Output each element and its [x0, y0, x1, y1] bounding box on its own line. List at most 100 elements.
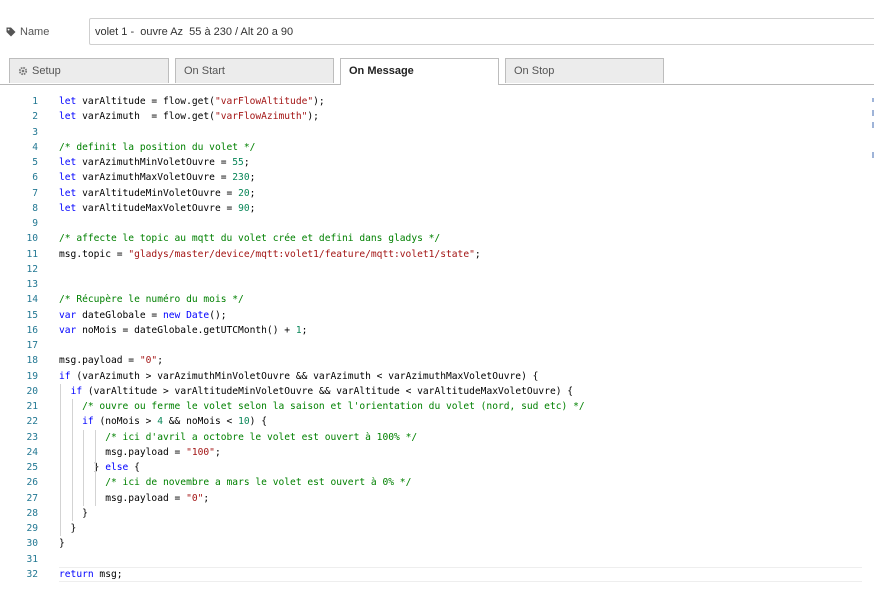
indent-guide: [83, 429, 85, 506]
name-label-wrap: Name: [6, 26, 49, 38]
line-number: 21: [26, 401, 38, 412]
tab-label: On Stop: [514, 65, 555, 77]
code-line[interactable]: 25 } else {: [10, 460, 862, 475]
line-number: 25: [26, 462, 38, 473]
code-line[interactable]: 12: [10, 262, 862, 277]
line-number: 7: [32, 187, 38, 199]
line-number: 4: [32, 141, 38, 153]
code-line[interactable]: 8 let varAltitudeMaxVoletOuvre = 90;: [10, 201, 862, 216]
line-number: 2: [32, 111, 38, 123]
code-line[interactable]: 28 }: [10, 506, 862, 521]
code-line[interactable]: 14 /* Récupère le numéro du mois */: [10, 292, 862, 307]
indent-guide: [94, 429, 96, 506]
code-text: return msg;: [59, 568, 123, 580]
line-number: 14: [26, 294, 38, 306]
code-text: if (varAltitude > varAltitudeMinVoletOuv…: [70, 385, 574, 397]
code-line[interactable]: 30}: [10, 536, 862, 551]
line-number: 6: [32, 172, 38, 184]
current-line-highlight: [59, 566, 862, 582]
name-row: Name: [0, 18, 874, 48]
code-line[interactable]: 13: [10, 277, 862, 292]
name-input[interactable]: [89, 18, 874, 45]
line-number: 27: [26, 492, 38, 504]
tab-on-start[interactable]: On Start: [175, 58, 334, 83]
line-number: 5: [32, 157, 38, 168]
code-text: msg.payload = "0";: [59, 355, 163, 367]
tab-label: Setup: [32, 65, 61, 77]
code-text: let varAzimuth = flow.get("varFlowAzimut…: [59, 111, 319, 123]
code-line[interactable]: 15 var dateGlobale = new Date();: [10, 308, 862, 323]
line-number: 29: [26, 523, 38, 534]
code-line[interactable]: 31: [10, 552, 862, 567]
code-text: }: [59, 523, 77, 534]
code-line[interactable]: 18 msg.payload = "0";: [10, 353, 862, 368]
code-line[interactable]: 32 return msg;: [10, 566, 862, 582]
code-line[interactable]: 24 msg.payload = "100";: [10, 445, 862, 460]
tab-on-message[interactable]: On Message: [340, 58, 499, 85]
name-label: Name: [20, 26, 50, 38]
indent-guide: [60, 383, 61, 537]
line-number: 3: [32, 126, 38, 138]
code-line[interactable]: 7 let varAltitudeMinVoletOuvre = 20;: [10, 186, 862, 201]
tag-icon: [6, 27, 16, 37]
code-line[interactable]: 22 if (noMois > 4 && noMois < 10) {: [10, 414, 862, 429]
code-line[interactable]: 27 msg.payload = "0";: [10, 491, 862, 506]
line-number: 19: [26, 370, 38, 382]
code-line[interactable]: 4 /* definit la position du volet */: [10, 140, 862, 155]
code-line[interactable]: 16 var noMois = dateGlobale.getUTCMonth()…: [10, 323, 862, 338]
code-text: let varAltitude = flow.get("varFlowAltit…: [59, 96, 325, 107]
code-text: let varAzimuthMaxVoletOuvre = 230;: [59, 172, 256, 184]
code-line[interactable]: 17: [10, 338, 862, 353]
line-number: 8: [32, 202, 38, 214]
code-text: /* affecte le topic au mqtt du volet cré…: [59, 233, 441, 245]
line-number: 10: [26, 233, 38, 245]
code-text: }: [59, 507, 88, 519]
code-line[interactable]: 6 let varAzimuthMaxVoletOuvre = 230;: [10, 170, 862, 185]
line-number: 30: [26, 538, 38, 550]
line-number: 1: [32, 96, 38, 107]
line-number: 20: [26, 385, 38, 397]
code-text: let varAzimuthMinVoletOuvre = 55;: [59, 157, 250, 168]
line-number: 26: [26, 477, 38, 489]
code-text: /* definit la position du volet */: [59, 141, 256, 153]
code-line[interactable]: 10 /* affecte le topic au mqtt du volet c…: [10, 231, 862, 246]
code-line[interactable]: 20 if (varAltitude > varAltitudeMinVolet…: [10, 384, 862, 399]
code-line[interactable]: 2 let varAzimuth = flow.get("varFlowAzimu…: [10, 109, 862, 124]
line-number: 23: [26, 431, 38, 443]
code-line[interactable]: 9: [10, 216, 862, 231]
code-text: msg.topic = "gladys/master/device/mqtt:v…: [59, 248, 481, 260]
code-line[interactable]: 19 if (varAzimuth > varAzimuthMinVoletOuv…: [10, 369, 862, 384]
code-line[interactable]: 3: [10, 125, 862, 140]
line-number: 9: [32, 218, 38, 229]
line-number: 24: [26, 446, 38, 458]
code-line[interactable]: 5 let varAzimuthMinVoletOuvre = 55;: [10, 155, 862, 170]
code-text: let varAltitudeMaxVoletOuvre = 90;: [59, 202, 256, 214]
tab-bar: Setup On Start On Message On Stop: [0, 58, 874, 85]
code-editor[interactable]: 1 let varAltitude = flow.get("varFlowAlti…: [10, 94, 862, 590]
code-text: var noMois = dateGlobale.getUTCMonth() +…: [59, 324, 308, 336]
code-text: /* Récupère le numéro du mois */: [59, 294, 244, 306]
code-line[interactable]: 23 /* ici d'avril a octobre le volet est…: [10, 430, 862, 445]
code-line[interactable]: 26 /* ici de novembre a mars le volet es…: [10, 475, 862, 490]
code-line[interactable]: 1 let varAltitude = flow.get("varFlowAlti…: [10, 94, 862, 109]
code-line[interactable]: 11 msg.topic = "gladys/master/device/mqtt…: [10, 247, 862, 262]
tab-label: On Message: [349, 65, 414, 77]
code-text: if (noMois > 4 && noMois < 10) {: [82, 416, 267, 428]
line-number: 22: [26, 416, 38, 428]
tab-label: On Start: [184, 65, 225, 77]
line-number: 17: [26, 340, 38, 351]
line-number: 15: [26, 309, 38, 321]
code-text: msg.payload = "0";: [59, 492, 210, 504]
code-text: if (varAzimuth > varAzimuthMinVoletOuvre…: [59, 370, 539, 382]
editor-scrollbar[interactable]: [866, 96, 874, 590]
code-line[interactable]: 21 /* ouvre ou ferme le volet selon la s…: [10, 399, 862, 414]
tab-setup[interactable]: Setup: [9, 58, 169, 83]
code-text: /* ici de novembre a mars le volet est o…: [105, 477, 412, 489]
code-line[interactable]: 29 }: [10, 521, 862, 536]
line-number: 12: [26, 263, 38, 275]
gear-icon: [18, 66, 28, 76]
code-text: var dateGlobale = new Date();: [59, 309, 227, 321]
indent-guide: [71, 399, 73, 521]
line-number: 13: [26, 279, 38, 290]
tab-on-stop[interactable]: On Stop: [505, 58, 664, 83]
